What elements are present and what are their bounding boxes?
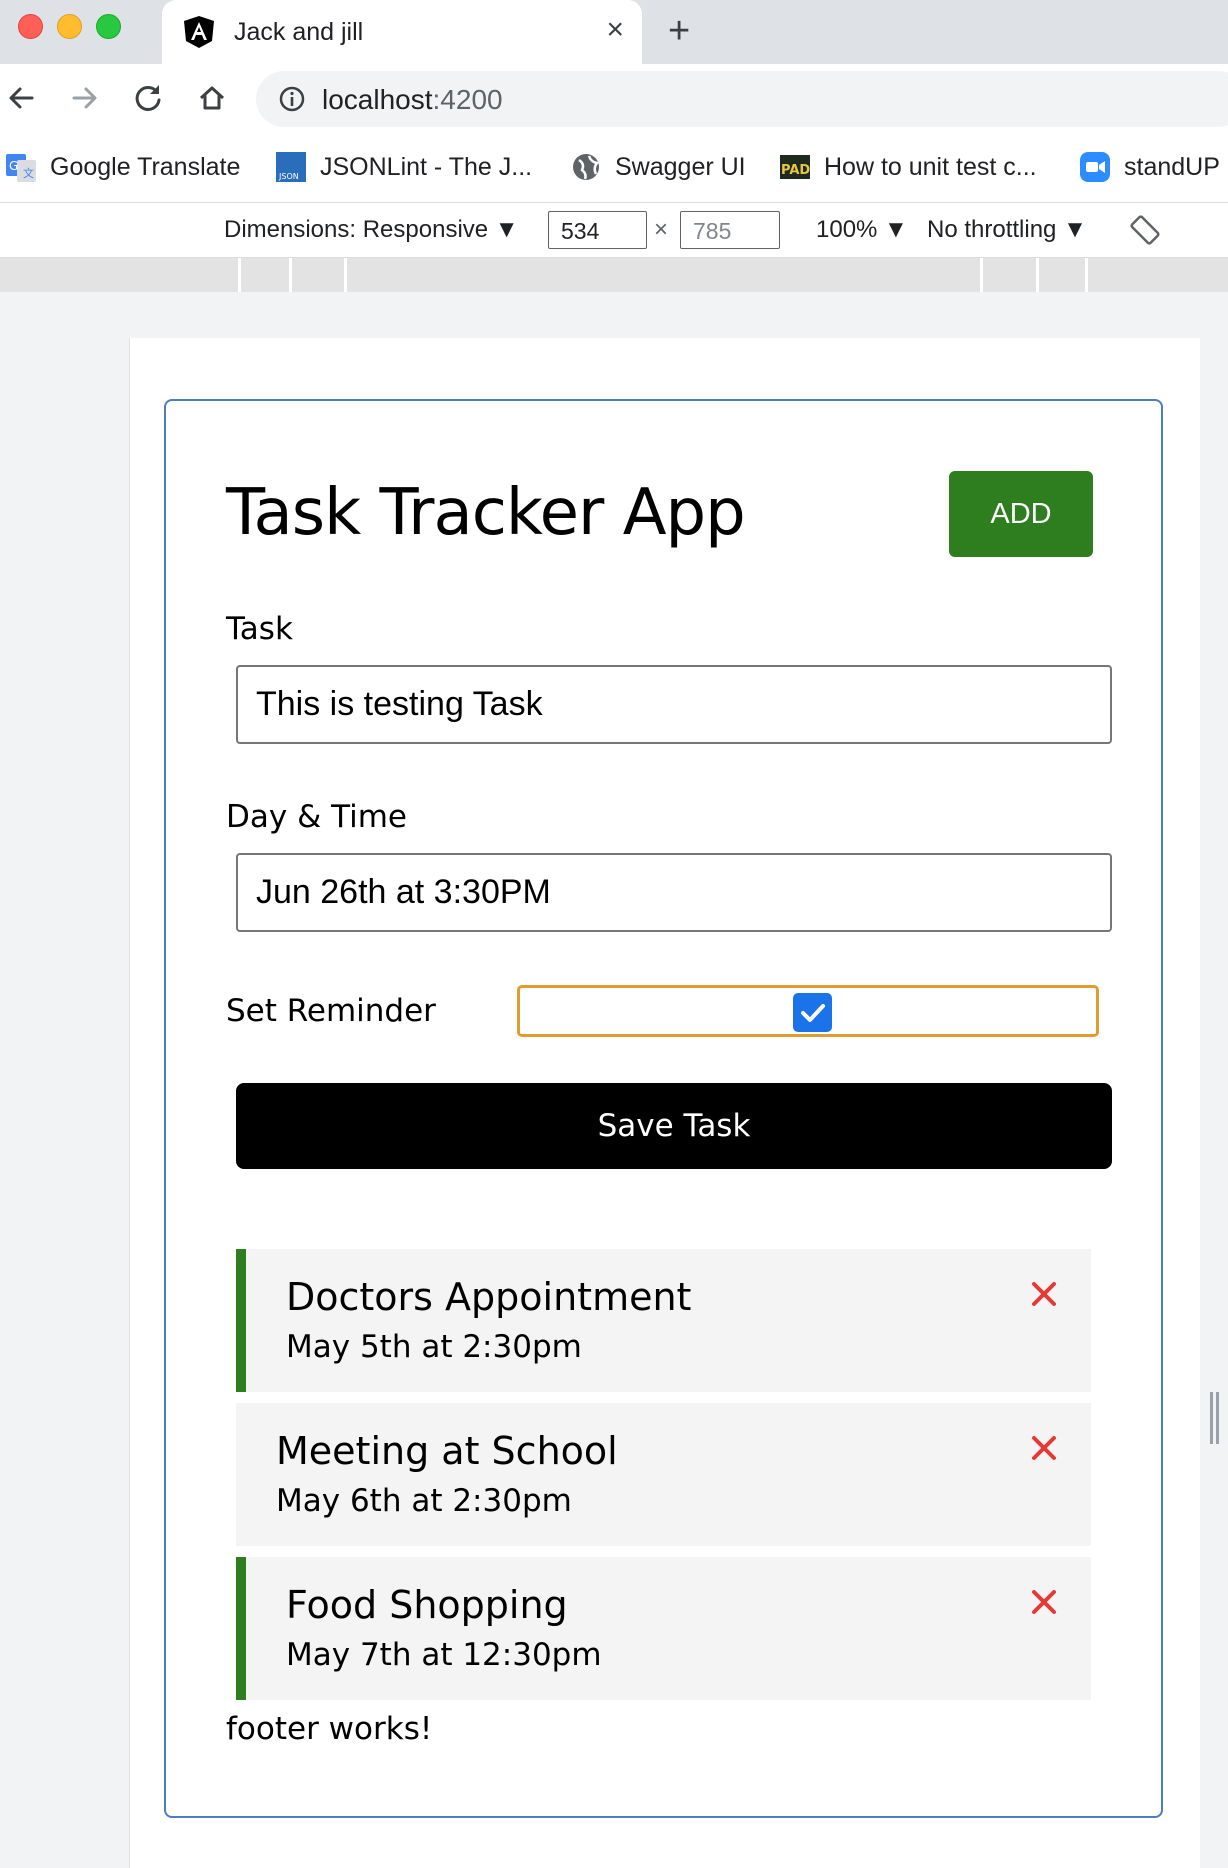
checkmark-icon bbox=[800, 1003, 825, 1022]
bookmark-standup[interactable]: standUP bbox=[1080, 150, 1220, 184]
zoom-icon bbox=[1080, 152, 1110, 182]
bookmark-swagger[interactable]: Swagger UI bbox=[571, 150, 746, 184]
task-input[interactable] bbox=[236, 665, 1112, 744]
ruler-tick bbox=[344, 258, 347, 292]
bookmark-label: standUP bbox=[1124, 152, 1220, 181]
day-time-input[interactable] bbox=[236, 853, 1112, 932]
bookmark-label: Swagger UI bbox=[615, 152, 746, 181]
svg-text:JSON: JSON bbox=[278, 172, 299, 181]
angular-icon bbox=[184, 16, 214, 48]
task-day: May 5th at 2:30pm bbox=[286, 1329, 582, 1365]
ruler-tick bbox=[980, 258, 983, 292]
bookmark-label: How to unit test c... bbox=[824, 152, 1037, 181]
bookmark-unit-test[interactable]: PAD How to unit test c... bbox=[780, 150, 1037, 184]
back-icon[interactable] bbox=[2, 78, 42, 118]
task-item[interactable]: Doctors Appointment May 5th at 2:30pm bbox=[236, 1249, 1091, 1392]
url-text: localhost:4200 bbox=[322, 84, 503, 116]
tab-title: Jack and jill bbox=[234, 18, 364, 46]
url-port: :4200 bbox=[432, 84, 503, 115]
pad-icon: PAD bbox=[780, 155, 810, 179]
width-input[interactable]: 534 bbox=[548, 211, 647, 249]
google-translate-icon: G 文 bbox=[6, 154, 36, 182]
task-item[interactable]: Meeting at School May 6th at 2:30pm bbox=[236, 1403, 1091, 1546]
app-container: Task Tracker App ADD Task Day & Time Set… bbox=[164, 399, 1163, 1818]
browser-tab[interactable]: Jack and jill × bbox=[162, 0, 642, 64]
height-input[interactable]: 785 bbox=[680, 211, 780, 249]
reminder-label: Set Reminder bbox=[226, 993, 436, 1029]
browser-toolbar: localhost:4200 bbox=[0, 64, 1228, 134]
globe-icon bbox=[573, 154, 600, 180]
minimize-window-button[interactable] bbox=[57, 14, 82, 39]
task-day: May 7th at 12:30pm bbox=[286, 1637, 602, 1673]
delete-icon[interactable] bbox=[1031, 1589, 1057, 1615]
ruler-tick bbox=[1085, 258, 1088, 292]
reminder-checkbox[interactable] bbox=[793, 993, 832, 1032]
ruler-tick bbox=[1036, 258, 1039, 292]
reload-icon[interactable] bbox=[128, 78, 168, 118]
throttling-select[interactable]: No throttling ▼ bbox=[927, 216, 1087, 244]
task-title: Doctors Appointment bbox=[286, 1275, 692, 1319]
day-time-label: Day & Time bbox=[226, 799, 407, 835]
ruler-tick bbox=[238, 258, 241, 292]
rotate-icon[interactable] bbox=[1128, 213, 1162, 247]
url-host: localhost bbox=[322, 84, 433, 115]
page-title: Task Tracker App bbox=[226, 476, 746, 550]
delete-icon[interactable] bbox=[1031, 1281, 1057, 1307]
maximize-window-button[interactable] bbox=[96, 14, 121, 39]
dimensions-select[interactable]: Dimensions: Responsive ▼ bbox=[224, 216, 519, 244]
svg-text:G: G bbox=[9, 159, 18, 173]
reminder-checkbox-focus[interactable] bbox=[517, 985, 1099, 1037]
close-tab-icon[interactable]: × bbox=[606, 14, 624, 46]
home-icon[interactable] bbox=[192, 78, 232, 118]
times-label: × bbox=[654, 216, 669, 243]
forward-icon[interactable] bbox=[64, 78, 104, 118]
close-window-button[interactable] bbox=[18, 14, 43, 39]
delete-icon[interactable] bbox=[1031, 1435, 1057, 1461]
svg-text:PAD: PAD bbox=[781, 163, 810, 178]
add-button[interactable]: ADD bbox=[949, 471, 1093, 557]
bookmarks-bar: G 文 Google Translate JSON JSONLint - The… bbox=[0, 134, 1228, 203]
info-icon[interactable] bbox=[278, 85, 306, 113]
zoom-select[interactable]: 100% ▼ bbox=[816, 216, 908, 244]
new-tab-icon[interactable]: + bbox=[668, 12, 690, 50]
address-bar[interactable]: localhost:4200 bbox=[256, 71, 1228, 127]
bookmark-label: Google Translate bbox=[50, 152, 241, 181]
device-toolbar: Dimensions: Responsive ▼ 534 × 785 100% … bbox=[0, 203, 1228, 258]
jsonlint-icon: JSON bbox=[276, 152, 306, 182]
ruler-tick bbox=[289, 258, 292, 292]
bookmark-jsonlint[interactable]: JSON JSONLint - The J... bbox=[276, 150, 532, 184]
task-title: Food Shopping bbox=[286, 1583, 568, 1627]
footer-text: footer works! bbox=[226, 1711, 433, 1747]
svg-text:文: 文 bbox=[23, 166, 34, 180]
resize-handle[interactable] bbox=[1210, 1392, 1222, 1444]
bookmark-label: JSONLint - The J... bbox=[320, 152, 533, 181]
save-task-button[interactable]: Save Task bbox=[236, 1083, 1112, 1169]
bookmark-google-translate[interactable]: G 文 Google Translate bbox=[6, 150, 240, 184]
media-query-ruler bbox=[0, 258, 1228, 292]
task-day: May 6th at 2:30pm bbox=[276, 1483, 572, 1519]
task-title: Meeting at School bbox=[276, 1429, 618, 1473]
task-label: Task bbox=[226, 611, 293, 647]
task-item[interactable]: Food Shopping May 7th at 12:30pm bbox=[236, 1557, 1091, 1700]
tab-bar: Jack and jill × + bbox=[0, 0, 1228, 64]
